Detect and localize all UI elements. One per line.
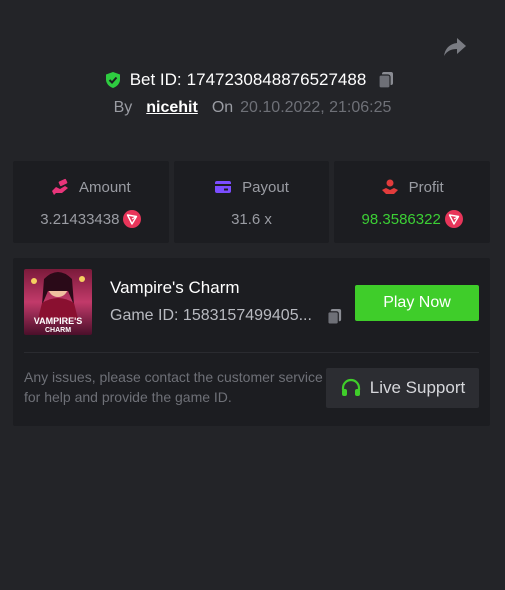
game-name: Vampire's Charm bbox=[110, 278, 240, 297]
share-icon bbox=[444, 38, 466, 56]
stat-value: 31.6 x bbox=[231, 210, 272, 228]
copy-icon[interactable] bbox=[377, 71, 395, 89]
game-card: VAMPIRE'S CHARM Vampire's Charm Game ID:… bbox=[13, 258, 490, 426]
card-icon bbox=[215, 181, 232, 193]
game-id-row: Game ID: 1583157499405... bbox=[110, 307, 343, 325]
trx-icon bbox=[444, 210, 463, 228]
stat-label: Profit bbox=[408, 178, 444, 196]
game-thumbnail[interactable]: VAMPIRE'S CHARM bbox=[24, 269, 92, 335]
stat-label: Amount bbox=[78, 178, 131, 196]
game-id-label: Game ID: bbox=[110, 307, 179, 324]
profit-hand-icon bbox=[381, 179, 398, 194]
bet-stats: Amount 3.21433438 Payout 31.6 x Profit 9… bbox=[13, 161, 491, 243]
on-label: On bbox=[211, 99, 234, 116]
stat-payout: Payout 31.6 x bbox=[173, 161, 330, 243]
username-link[interactable]: nicehit bbox=[146, 99, 198, 117]
bet-id-row: Bet ID: 1747230848876527488 bbox=[0, 68, 505, 92]
game-artwork: VAMPIRE'S CHARM bbox=[24, 269, 92, 335]
by-label: By bbox=[113, 99, 133, 116]
stat-value: 98.3586322 bbox=[361, 210, 441, 228]
stat-value: 3.21433438 bbox=[40, 210, 120, 228]
verified-shield-icon bbox=[105, 72, 120, 88]
bet-id-label: Bet ID: bbox=[129, 70, 182, 89]
live-support-label: Live Support bbox=[369, 378, 466, 397]
headset-icon bbox=[341, 378, 360, 396]
thumbnail-title-2: CHARM bbox=[45, 327, 71, 334]
share-button[interactable] bbox=[441, 34, 469, 60]
stat-amount: Amount 3.21433438 bbox=[13, 161, 169, 243]
game-id-value: 1583157499405... bbox=[182, 307, 312, 324]
copy-icon[interactable] bbox=[326, 308, 343, 325]
bet-meta-row: By nicehit On 20.10.2022, 21:06:25 bbox=[0, 97, 505, 119]
bet-datetime: 20.10.2022, 21:06:25 bbox=[240, 99, 392, 116]
stat-label: Payout bbox=[242, 178, 289, 196]
stat-profit: Profit 98.3586322 bbox=[334, 161, 491, 243]
trx-icon bbox=[123, 210, 142, 228]
divider bbox=[24, 352, 479, 353]
bet-id-value: 1747230848876527488 bbox=[186, 70, 367, 89]
thumbnail-title-1: VAMPIRE'S bbox=[34, 316, 82, 326]
help-text: Any issues, please contact the customer … bbox=[24, 369, 323, 405]
play-now-button[interactable]: Play Now bbox=[355, 285, 479, 321]
game-id: Game ID: 1583157499405... bbox=[110, 307, 322, 325]
live-support-button[interactable]: Live Support bbox=[326, 368, 479, 408]
dollar-hand-icon bbox=[51, 178, 68, 195]
